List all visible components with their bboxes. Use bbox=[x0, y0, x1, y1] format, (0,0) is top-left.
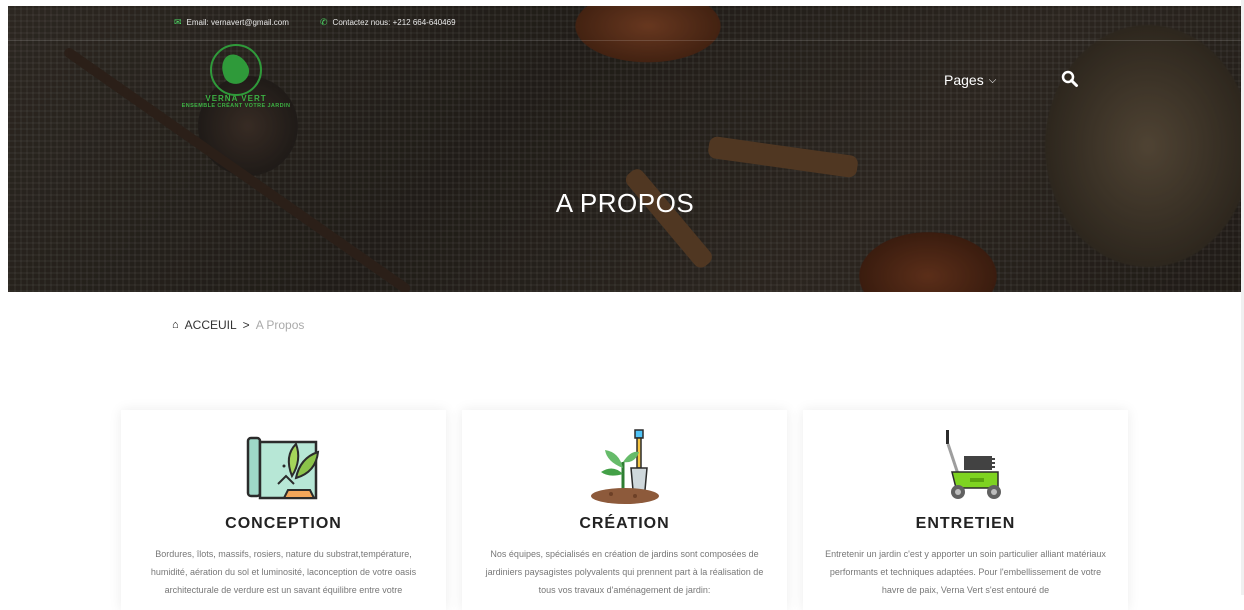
blueprint-plant-icon bbox=[244, 428, 324, 504]
card-text: Bordures, îlots, massifs, rosiers, natur… bbox=[150, 549, 417, 595]
hero-banner: ✉ Email: vernavert@gmail.com ✆ Contactez… bbox=[8, 6, 1242, 292]
envelope-icon: ✉ bbox=[174, 17, 182, 27]
card-title: ENTRETIEN bbox=[915, 515, 1016, 532]
search-button[interactable] bbox=[1061, 70, 1079, 88]
breadcrumb-current: A Propos bbox=[255, 318, 305, 332]
email-contact[interactable]: ✉ Email: vernavert@gmail.com bbox=[174, 17, 289, 28]
phone-text: Contactez nous: +212 664-640469 bbox=[332, 18, 456, 27]
service-card-entretien: ENTRETIEN Entretenir un jardin c'est y a… bbox=[803, 410, 1128, 610]
search-icon bbox=[1061, 70, 1078, 87]
phone-icon: ✆ bbox=[320, 17, 328, 27]
breadcrumb-separator: > bbox=[242, 318, 250, 332]
lawn-mower-icon bbox=[926, 428, 1006, 504]
site-logo[interactable]: VERNA VERT ENSEMBLE CRÉANT VOTRE JARDIN bbox=[176, 44, 296, 124]
nav-pages-label: Pages bbox=[944, 72, 984, 88]
leaf-logo-icon bbox=[210, 44, 262, 96]
top-bar: ✉ Email: vernavert@gmail.com ✆ Contactez… bbox=[8, 6, 1242, 41]
phone-contact[interactable]: ✆ Contactez nous: +212 664-640469 bbox=[320, 17, 456, 28]
page-title: A PROPOS bbox=[555, 188, 695, 218]
breadcrumb: ⌂ ACCEUIL > A Propos bbox=[172, 318, 304, 332]
breadcrumb-home-link[interactable]: ACCEUIL bbox=[185, 318, 237, 332]
card-text: Nos équipes, spécialisés en création de … bbox=[485, 549, 764, 595]
card-title: CRÉATION bbox=[579, 515, 670, 532]
card-text: Entretenir un jardin c'est y apporter un… bbox=[825, 549, 1106, 595]
card-title: CONCEPTION bbox=[225, 515, 342, 532]
home-icon: ⌂ bbox=[172, 319, 179, 331]
logo-tagline: ENSEMBLE CRÉANT VOTRE JARDIN bbox=[181, 103, 291, 109]
service-card-creation: CRÉATION Nos équipes, spécialisés en cré… bbox=[462, 410, 787, 610]
sprout-shovel-icon bbox=[585, 428, 665, 504]
chevron-down-icon: ⌵ bbox=[988, 74, 997, 86]
nav-pages-menu[interactable]: Pages ⌵ bbox=[944, 72, 996, 88]
email-text: Email: vernavert@gmail.com bbox=[186, 18, 289, 27]
service-card-conception: CONCEPTION Bordures, îlots, massifs, ros… bbox=[121, 410, 446, 610]
